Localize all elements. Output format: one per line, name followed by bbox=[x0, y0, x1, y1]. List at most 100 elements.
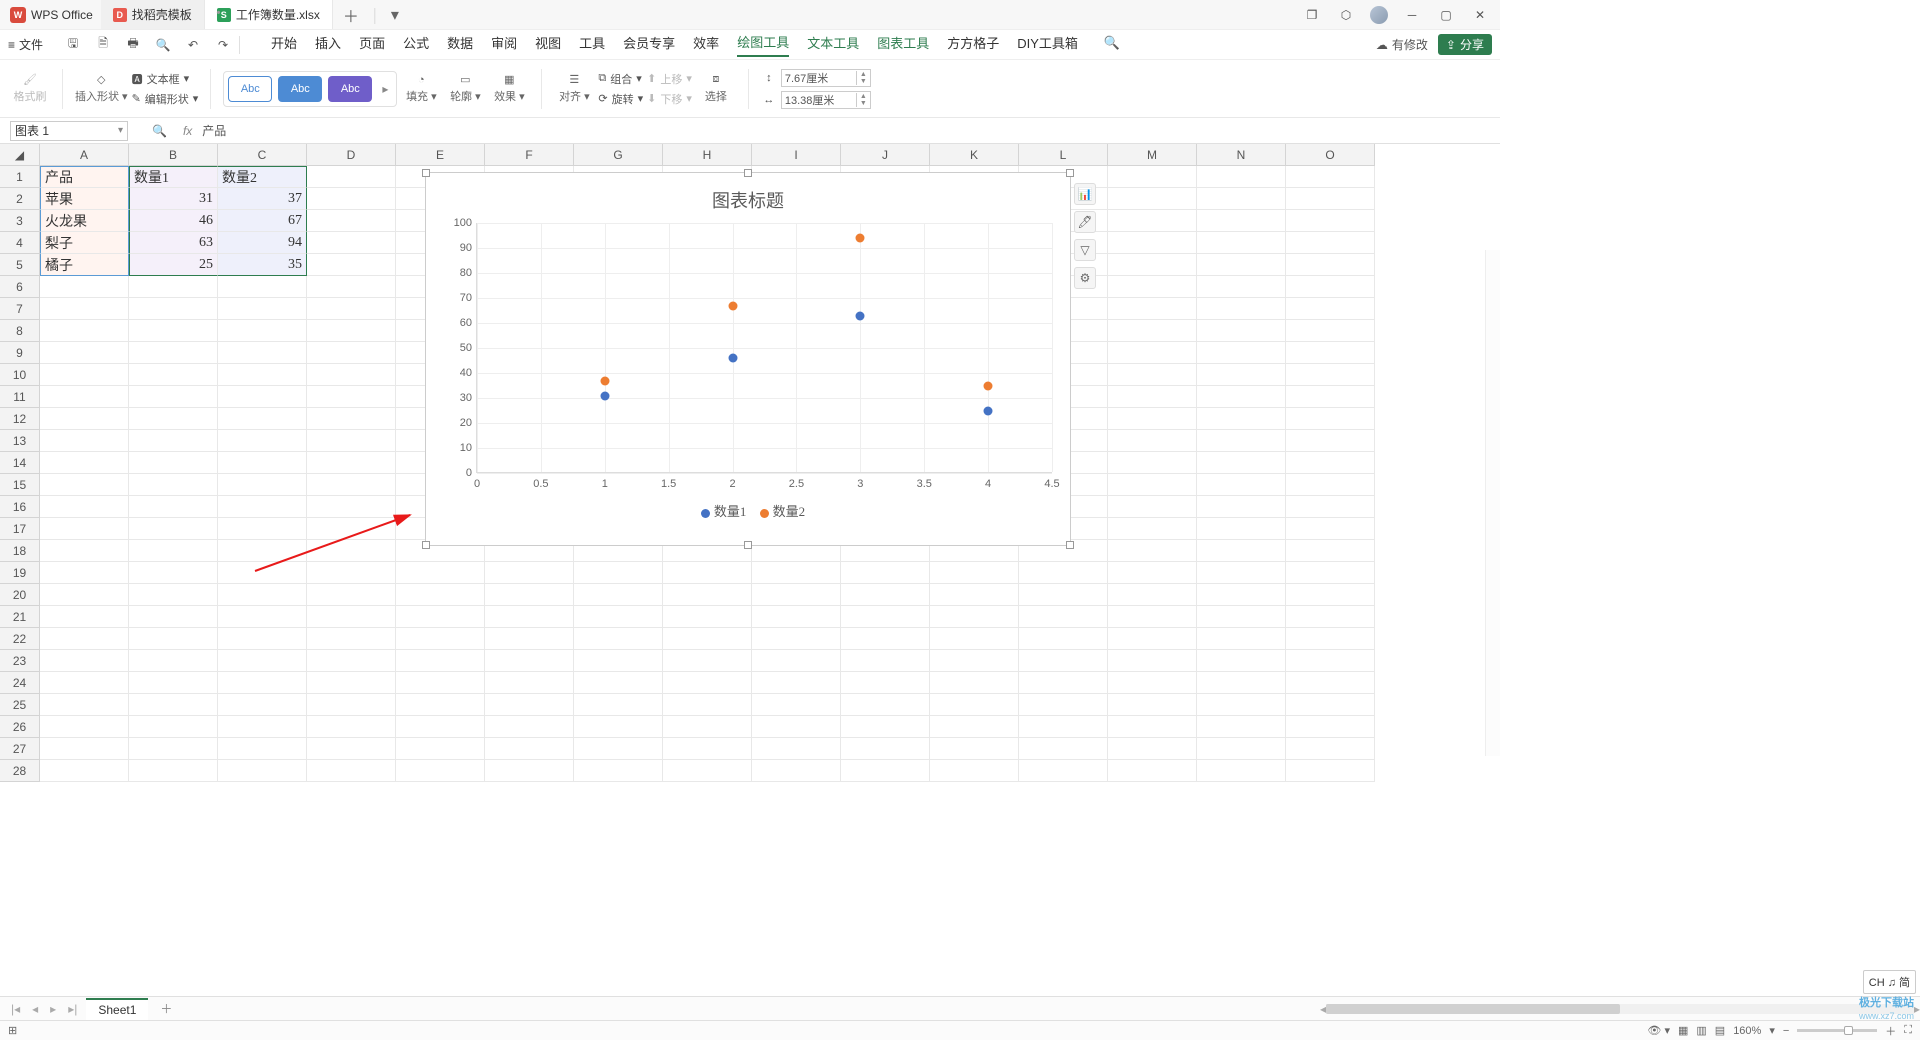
cell-J20[interactable] bbox=[841, 584, 930, 606]
cell-H25[interactable] bbox=[663, 694, 752, 716]
chart-filter-icon[interactable]: ▽ bbox=[1074, 239, 1096, 261]
chart-type-icon[interactable]: 📊 bbox=[1074, 183, 1096, 205]
cell-E22[interactable] bbox=[396, 628, 485, 650]
row-header-3[interactable]: 3 bbox=[0, 210, 40, 232]
cell-D22[interactable] bbox=[307, 628, 396, 650]
cell-O23[interactable] bbox=[1286, 650, 1375, 672]
fill-button[interactable]: ◔填充 ▾ bbox=[401, 74, 441, 104]
cell-I20[interactable] bbox=[752, 584, 841, 606]
search-cell-icon[interactable]: 🔍 bbox=[152, 124, 167, 138]
chart-plot-area[interactable]: 010203040506070809010000.511.522.533.544… bbox=[476, 223, 1052, 473]
cell-N18[interactable] bbox=[1197, 540, 1286, 562]
cell-C16[interactable] bbox=[218, 496, 307, 518]
cell-B10[interactable] bbox=[129, 364, 218, 386]
cell-M23[interactable] bbox=[1108, 650, 1197, 672]
row-header-5[interactable]: 5 bbox=[0, 254, 40, 276]
cell-C3[interactable]: 67 bbox=[218, 210, 307, 232]
row-header-22[interactable]: 22 bbox=[0, 628, 40, 650]
tab-texttools[interactable]: 文本工具 bbox=[807, 33, 859, 56]
cell-O1[interactable] bbox=[1286, 166, 1375, 188]
row-header-2[interactable]: 2 bbox=[0, 188, 40, 210]
cell-N20[interactable] bbox=[1197, 584, 1286, 606]
cell-H23[interactable] bbox=[663, 650, 752, 672]
insert-shape-button[interactable]: ◇ 插入形状 ▾ bbox=[75, 73, 128, 104]
cell-G26[interactable] bbox=[574, 716, 663, 738]
cell-B26[interactable] bbox=[129, 716, 218, 738]
cell-O12[interactable] bbox=[1286, 408, 1375, 430]
cell-I27[interactable] bbox=[752, 738, 841, 760]
col-header-J[interactable]: J bbox=[841, 144, 930, 166]
data-point[interactable] bbox=[728, 354, 737, 363]
select-button[interactable]: ⧈选择 bbox=[696, 73, 736, 104]
cell-K20[interactable] bbox=[930, 584, 1019, 606]
cell-F28[interactable] bbox=[485, 760, 574, 782]
cell-G20[interactable] bbox=[574, 584, 663, 606]
search-icon[interactable]: 🔍 bbox=[1102, 35, 1122, 55]
cell-A24[interactable] bbox=[40, 672, 129, 694]
rotate-button[interactable]: ⟳ 旋转 ▾ bbox=[598, 91, 643, 107]
cell-N17[interactable] bbox=[1197, 518, 1286, 540]
cell-G19[interactable] bbox=[574, 562, 663, 584]
cell-B1[interactable]: 数量1 bbox=[129, 166, 218, 188]
tab-tools[interactable]: 工具 bbox=[579, 33, 605, 56]
row-header-26[interactable]: 26 bbox=[0, 716, 40, 738]
cell-B21[interactable] bbox=[129, 606, 218, 628]
cell-K22[interactable] bbox=[930, 628, 1019, 650]
cell-B17[interactable] bbox=[129, 518, 218, 540]
row-header-11[interactable]: 11 bbox=[0, 386, 40, 408]
cell-G24[interactable] bbox=[574, 672, 663, 694]
cell-O2[interactable] bbox=[1286, 188, 1375, 210]
cell-O16[interactable] bbox=[1286, 496, 1375, 518]
cell-A2[interactable]: 苹果 bbox=[40, 188, 129, 210]
cell-N23[interactable] bbox=[1197, 650, 1286, 672]
cell-D18[interactable] bbox=[307, 540, 396, 562]
chart-settings-icon[interactable]: ⚙ bbox=[1074, 267, 1096, 289]
cell-O5[interactable] bbox=[1286, 254, 1375, 276]
cell-N26[interactable] bbox=[1197, 716, 1286, 738]
tab-ffgz[interactable]: 方方格子 bbox=[947, 33, 999, 56]
cell-B4[interactable]: 63 bbox=[129, 232, 218, 254]
cell-N5[interactable] bbox=[1197, 254, 1286, 276]
cell-M12[interactable] bbox=[1108, 408, 1197, 430]
row-header-7[interactable]: 7 bbox=[0, 298, 40, 320]
cell-H19[interactable] bbox=[663, 562, 752, 584]
cell-H28[interactable] bbox=[663, 760, 752, 782]
share-button[interactable]: ⇪ 分享 bbox=[1438, 34, 1492, 55]
cell-D2[interactable] bbox=[307, 188, 396, 210]
cell-C6[interactable] bbox=[218, 276, 307, 298]
cell-N1[interactable] bbox=[1197, 166, 1286, 188]
col-header-L[interactable]: L bbox=[1019, 144, 1108, 166]
cell-A11[interactable] bbox=[40, 386, 129, 408]
sheet-add-button[interactable]: ＋ bbox=[154, 1000, 178, 1017]
cell-E21[interactable] bbox=[396, 606, 485, 628]
tab-insert[interactable]: 插入 bbox=[315, 33, 341, 56]
cell-I24[interactable] bbox=[752, 672, 841, 694]
cell-M14[interactable] bbox=[1108, 452, 1197, 474]
cell-K27[interactable] bbox=[930, 738, 1019, 760]
row-header-6[interactable]: 6 bbox=[0, 276, 40, 298]
cell-J23[interactable] bbox=[841, 650, 930, 672]
cell-O15[interactable] bbox=[1286, 474, 1375, 496]
cell-E20[interactable] bbox=[396, 584, 485, 606]
cell-C2[interactable]: 37 bbox=[218, 188, 307, 210]
cell-I22[interactable] bbox=[752, 628, 841, 650]
sheet-first[interactable]: |◂ bbox=[8, 1002, 23, 1016]
cell-M7[interactable] bbox=[1108, 298, 1197, 320]
cell-N16[interactable] bbox=[1197, 496, 1286, 518]
cell-D28[interactable] bbox=[307, 760, 396, 782]
cell-B22[interactable] bbox=[129, 628, 218, 650]
cell-M27[interactable] bbox=[1108, 738, 1197, 760]
col-header-A[interactable]: A bbox=[40, 144, 129, 166]
cell-C18[interactable] bbox=[218, 540, 307, 562]
cell-F21[interactable] bbox=[485, 606, 574, 628]
cell-K23[interactable] bbox=[930, 650, 1019, 672]
cell-F22[interactable] bbox=[485, 628, 574, 650]
export-icon[interactable]: 🗎 bbox=[93, 35, 113, 55]
maximize-icon[interactable]: ▢ bbox=[1436, 5, 1456, 25]
cell-C8[interactable] bbox=[218, 320, 307, 342]
cell-N13[interactable] bbox=[1197, 430, 1286, 452]
cell-A28[interactable] bbox=[40, 760, 129, 782]
cell-G21[interactable] bbox=[574, 606, 663, 628]
cell-C4[interactable]: 94 bbox=[218, 232, 307, 254]
cell-D5[interactable] bbox=[307, 254, 396, 276]
